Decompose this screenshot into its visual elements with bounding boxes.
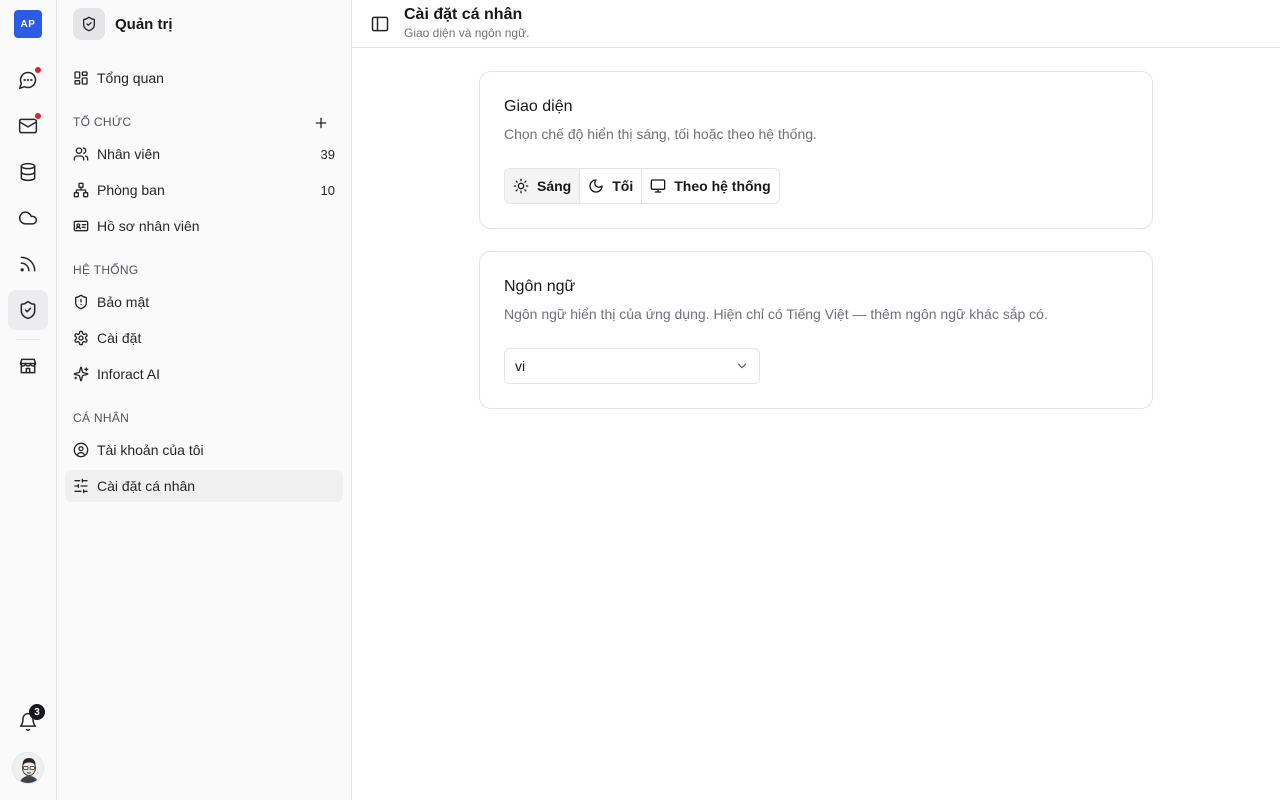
- theme-light-button[interactable]: Sáng: [505, 169, 581, 203]
- cloud-button[interactable]: [8, 198, 48, 238]
- plus-icon: [315, 117, 327, 129]
- sidebar-item-departments[interactable]: Phòng ban 10: [65, 174, 343, 206]
- user-circle-icon: [73, 442, 89, 458]
- sidebar-item-label: Cài đặt cá nhân: [97, 478, 196, 494]
- language-select[interactable]: vi: [504, 348, 760, 384]
- appearance-description: Chọn chế độ hiển thị sáng, tối hoặc theo…: [504, 126, 817, 142]
- sidebar-header: Quản trị: [73, 7, 173, 41]
- theme-selector: Sáng Tối Theo hệ thống: [504, 168, 780, 204]
- sidebar-item-label: Inforact AI: [97, 366, 161, 382]
- notification-count-badge: 3: [29, 704, 45, 720]
- page-subtitle: Giao diện và ngôn ngữ.: [404, 26, 530, 40]
- sidebar-item-my-account[interactable]: Tài khoản của tôi: [65, 434, 343, 466]
- sidebar-item-employees[interactable]: Nhân viên 39: [65, 138, 343, 170]
- avatar[interactable]: [12, 752, 44, 784]
- notifications-button[interactable]: 3: [8, 702, 48, 742]
- section-label-personal: CÁ NHÂN: [73, 411, 130, 425]
- main-content: Cài đặt cá nhân Giao diện và ngôn ngữ. G…: [352, 0, 1280, 800]
- panel-left-icon: [371, 16, 389, 32]
- shield-check-icon: [20, 300, 36, 320]
- chevron-down-icon: [737, 363, 747, 369]
- theme-system-button[interactable]: Theo hệ thống: [642, 169, 778, 203]
- cloud-icon: [18, 211, 38, 225]
- shield-alert-icon: [75, 294, 87, 310]
- sidebar-item-label: Tài khoản của tôi: [97, 442, 204, 458]
- sidebar-title: Quản trị: [115, 15, 173, 33]
- icon-rail: AP 3: [0, 0, 57, 800]
- language-title: Ngôn ngữ: [504, 278, 576, 295]
- store-button[interactable]: [8, 346, 48, 386]
- add-org-button[interactable]: [311, 113, 331, 133]
- sidebar-item-label: Tổng quan: [97, 70, 164, 86]
- database-icon: [20, 162, 36, 182]
- sparkles-icon: [73, 366, 89, 382]
- shield-check-icon: [83, 16, 95, 32]
- language-select-value: vi: [515, 358, 526, 374]
- appearance-card: Giao diện Chọn chế độ hiển thị sáng, tối…: [479, 71, 1153, 229]
- sidebar-item-settings[interactable]: Cài đặt: [65, 322, 343, 354]
- sidebar-item-label: Phòng ban: [97, 182, 165, 198]
- page-title: Cài đặt cá nhân: [404, 6, 523, 23]
- sidebar-item-ai[interactable]: Inforact AI: [65, 358, 343, 390]
- monitor-icon: [650, 179, 666, 193]
- notification-dot: [34, 66, 42, 74]
- notification-dot: [34, 112, 42, 120]
- layout-dashboard-icon: [74, 71, 88, 85]
- language-card: Ngôn ngữ Ngôn ngữ hiển thị của ứng dụng.…: [479, 251, 1153, 409]
- gear-icon: [74, 330, 88, 346]
- users-icon: [73, 147, 89, 161]
- theme-system-label: Theo hệ thống: [674, 178, 771, 194]
- app-logo[interactable]: AP: [14, 10, 42, 38]
- sliders-icon: [74, 478, 88, 494]
- section-label-org: TỔ CHỨC: [73, 115, 132, 129]
- appearance-title: Giao diện: [504, 98, 573, 115]
- admin-button[interactable]: [8, 290, 48, 330]
- section-label-system: HỆ THỐNG: [73, 263, 139, 277]
- sidebar-item-employee-profiles[interactable]: Hồ sơ nhân viên: [65, 210, 343, 242]
- sidebar-item-label: Cài đặt: [97, 330, 142, 346]
- rss-icon: [20, 256, 36, 272]
- moon-icon: [589, 179, 603, 193]
- employees-count: 39: [320, 146, 335, 162]
- admin-logo: [73, 8, 105, 40]
- rail-divider: [16, 339, 40, 340]
- sidebar-item-label: Nhân viên: [97, 146, 161, 162]
- theme-dark-label: Tối: [612, 178, 634, 194]
- database-button[interactable]: [8, 152, 48, 192]
- sidebar-item-label: Bảo mật: [97, 294, 150, 310]
- page-header: Cài đặt cá nhân Giao diện và ngôn ngữ.: [352, 0, 1280, 48]
- sidebar-item-label: Hồ sơ nhân viên: [97, 218, 200, 234]
- id-card-icon: [73, 220, 89, 232]
- chat-button[interactable]: [8, 60, 48, 100]
- mail-button[interactable]: [8, 106, 48, 146]
- store-icon: [19, 358, 37, 374]
- theme-dark-button[interactable]: Tối: [580, 169, 643, 203]
- sidebar: Quản trị Tổng quan TỔ CHỨC Nhân viên 39 …: [57, 0, 352, 800]
- network-icon: [73, 182, 89, 198]
- sidebar-item-security[interactable]: Bảo mật: [65, 286, 343, 318]
- language-description: Ngôn ngữ hiển thị của ứng dụng. Hiện chỉ…: [504, 306, 1048, 322]
- sidebar-item-personal-settings[interactable]: Cài đặt cá nhân: [65, 470, 343, 502]
- sidebar-toggle-button[interactable]: [370, 14, 390, 34]
- rss-button[interactable]: [8, 244, 48, 284]
- departments-count: 10: [320, 182, 335, 198]
- sidebar-item-overview[interactable]: Tổng quan: [65, 62, 343, 94]
- sun-icon: [513, 178, 529, 194]
- theme-light-label: Sáng: [537, 178, 572, 194]
